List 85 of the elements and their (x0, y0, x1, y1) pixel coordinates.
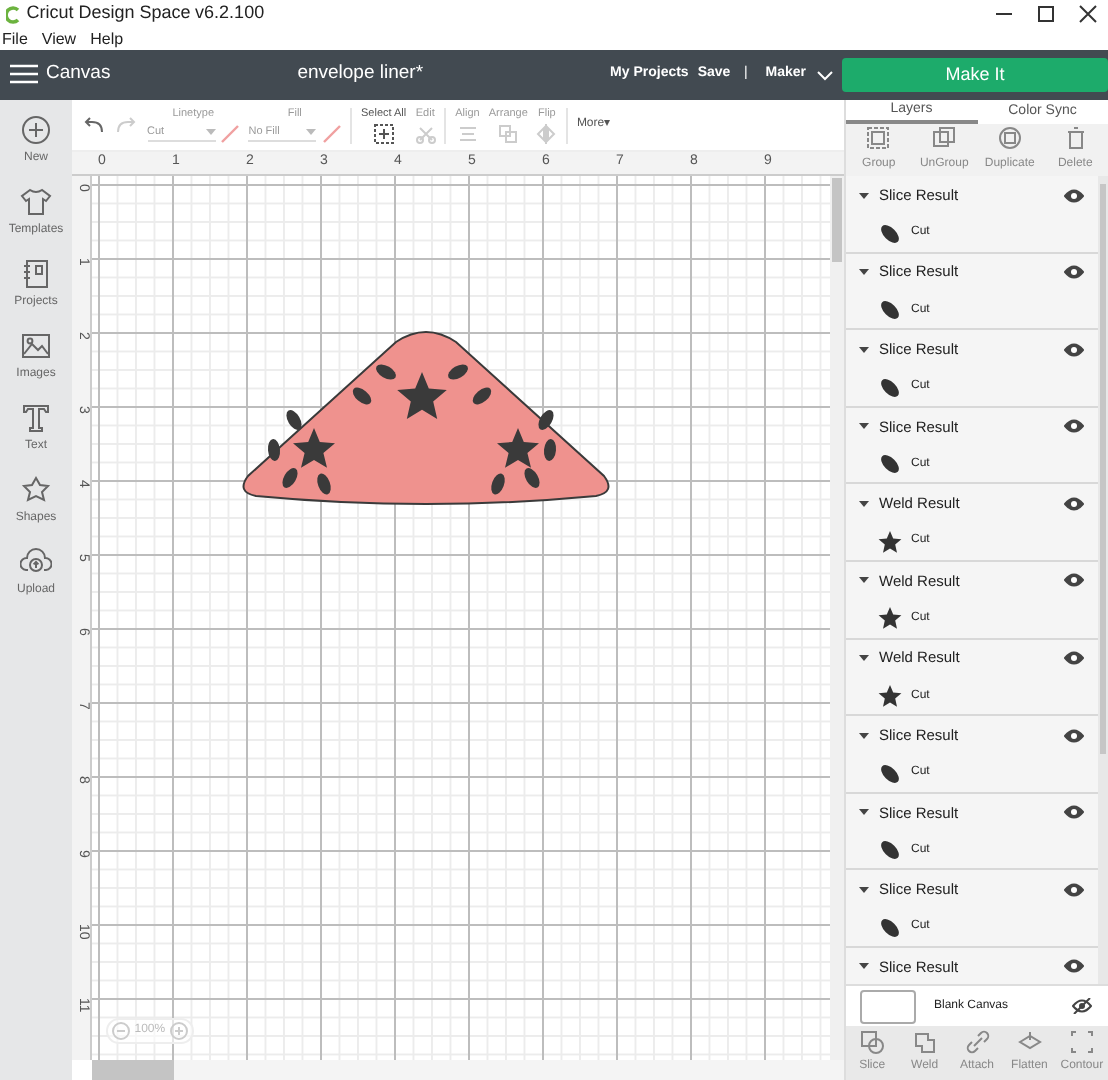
select-all-button[interactable] (373, 123, 394, 144)
menu-icon (9, 64, 37, 85)
caret-icon[interactable] (858, 729, 870, 742)
window-title: Cricut Design Space (26, 0, 191, 27)
menu-button[interactable] (9, 61, 37, 89)
eye-icon[interactable] (1064, 495, 1084, 512)
slice-icon (860, 1029, 885, 1054)
envelope-liner-drawing[interactable] (242, 331, 610, 505)
menu-item[interactable]: Help (90, 27, 124, 51)
shapes-icon (20, 473, 52, 506)
image-icon (20, 329, 52, 362)
delete-icon (1063, 126, 1088, 151)
app-logo-icon (6, 5, 22, 23)
eye-icon[interactable] (1064, 572, 1084, 589)
close-icon (1075, 3, 1099, 24)
text-icon (20, 401, 52, 434)
make-it-button[interactable]: Make It (842, 58, 1108, 92)
eye-icon[interactable] (1064, 727, 1084, 744)
eye-icon[interactable] (1064, 341, 1084, 358)
project-name: envelope liner* (297, 62, 424, 85)
select-all-icon (373, 123, 394, 144)
caret-icon[interactable] (858, 497, 870, 510)
scrollbar[interactable] (92, 1060, 844, 1080)
section-title: Canvas (46, 60, 111, 89)
star-icon (878, 529, 902, 554)
leaf-icon (878, 761, 902, 786)
leaf-icon (878, 375, 902, 400)
scrollbar[interactable] (830, 176, 844, 1060)
eye-icon[interactable] (1064, 881, 1084, 898)
flip-icon (536, 123, 557, 144)
ungroup-icon (932, 126, 957, 151)
caret-icon[interactable] (858, 189, 870, 201)
eye-icon[interactable] (1064, 650, 1084, 667)
eye-slash-icon[interactable] (1072, 998, 1092, 1015)
canvas-swatch[interactable] (860, 989, 916, 1024)
caret-icon (205, 128, 215, 137)
maximize-icon (1033, 3, 1057, 24)
color-swatch-icon (219, 123, 240, 144)
app-version: v6.2.100 (195, 0, 265, 27)
weld-icon (912, 1029, 937, 1054)
caret-icon[interactable] (858, 343, 870, 356)
undo-icon (81, 115, 105, 135)
leaf-icon (878, 452, 902, 477)
contour-icon (1069, 1029, 1094, 1054)
leaf-icon (878, 221, 902, 245)
caret-icon[interactable] (858, 960, 870, 973)
plus-icon (20, 113, 52, 146)
align-icon (457, 123, 478, 144)
group-icon (866, 126, 891, 151)
eye-icon[interactable] (1064, 264, 1084, 281)
caret-icon[interactable] (858, 420, 870, 433)
chevron-icon (815, 69, 833, 81)
window-close-button[interactable] (1075, 0, 1099, 28)
scrollbar[interactable] (1098, 176, 1108, 985)
redo-icon (114, 115, 138, 135)
eye-icon[interactable] (1064, 804, 1084, 821)
color-swatch-icon (321, 123, 341, 144)
caret-icon[interactable] (858, 652, 870, 665)
caret-icon[interactable] (858, 266, 870, 279)
leaf-icon (878, 298, 902, 323)
caret-icon[interactable] (858, 806, 870, 819)
flatten-icon (1017, 1029, 1042, 1054)
scroll-thumb[interactable] (1100, 184, 1106, 754)
star-icon (878, 684, 902, 709)
eye-icon[interactable] (1064, 187, 1084, 203)
undo-button[interactable] (81, 115, 105, 135)
menu-item[interactable]: File (2, 27, 28, 51)
leaf-icon (878, 838, 902, 863)
eye-icon[interactable] (1064, 418, 1084, 435)
attach-icon (965, 1029, 989, 1054)
shirt-icon (20, 185, 52, 218)
upload-icon (20, 545, 52, 578)
leaf-icon (878, 915, 902, 940)
arrange-icon (498, 123, 519, 144)
menu-item[interactable]: View (41, 27, 77, 51)
scroll-thumb[interactable] (832, 178, 842, 262)
window-maximize-button[interactable] (1033, 0, 1057, 28)
book-icon (20, 257, 52, 290)
caret-icon (306, 128, 317, 137)
caret-icon[interactable] (858, 883, 870, 896)
star-icon (878, 606, 902, 631)
scroll-thumb[interactable] (92, 1060, 174, 1080)
eye-icon[interactable] (1064, 958, 1084, 975)
caret-icon[interactable] (858, 574, 870, 587)
duplicate-icon (997, 126, 1022, 151)
